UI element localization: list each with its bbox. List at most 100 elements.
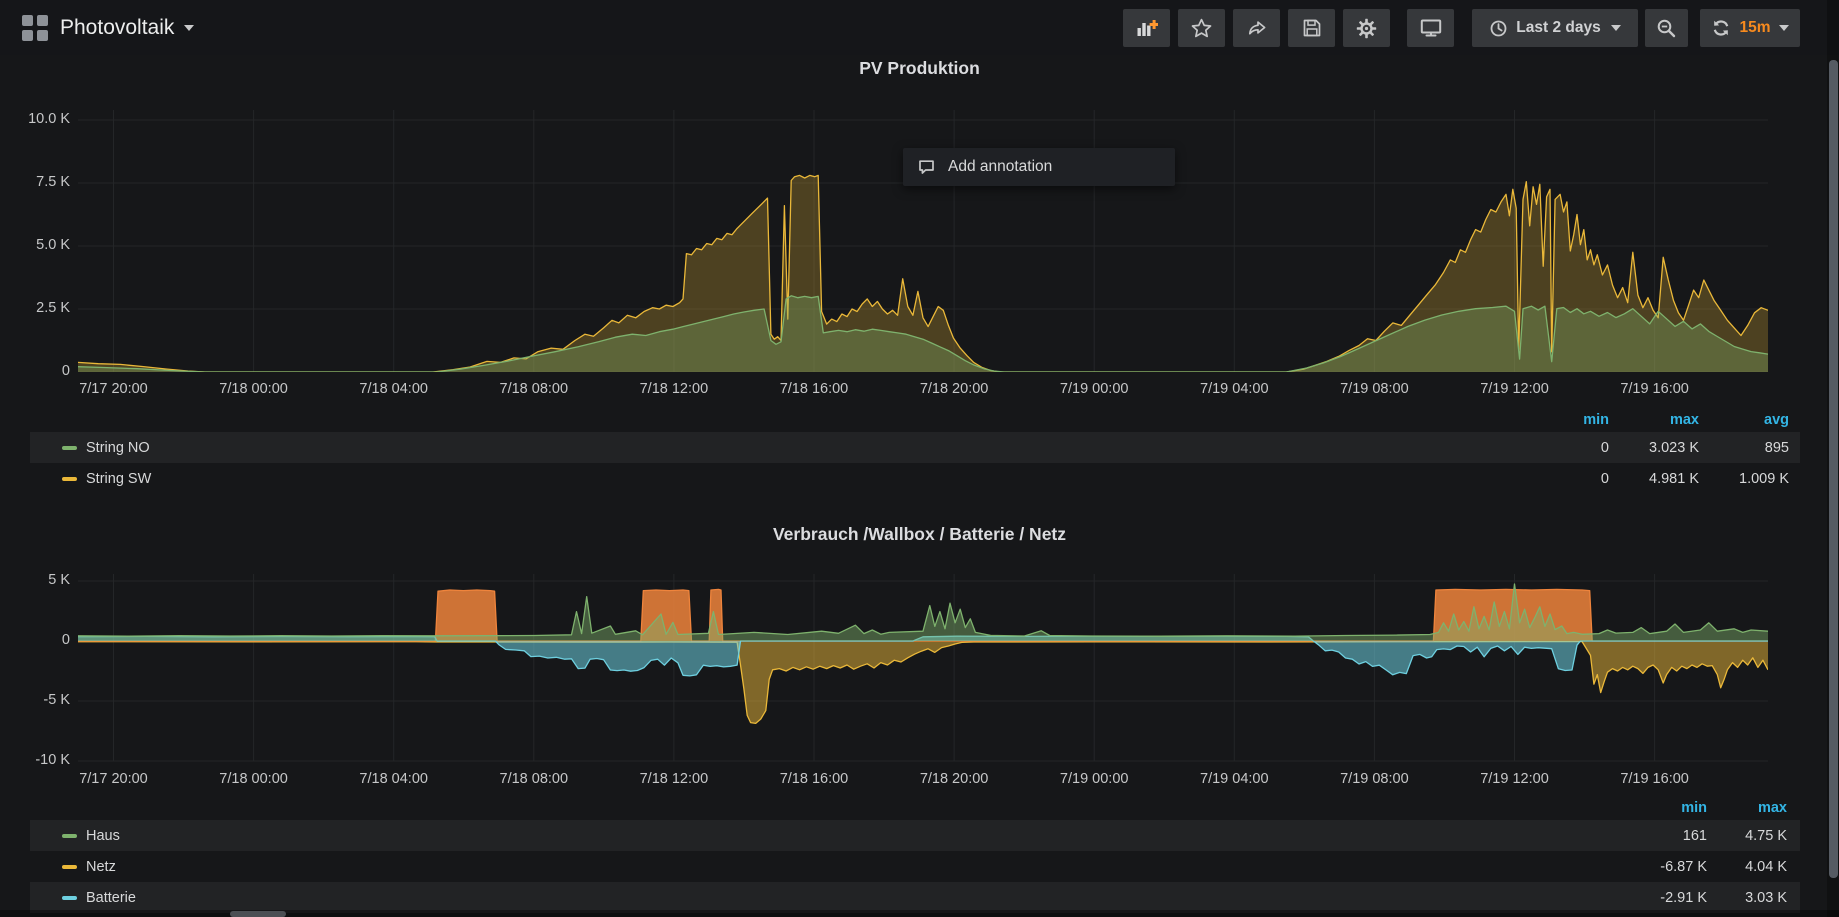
horizontal-scrollbar-thumb[interactable]: [230, 911, 286, 917]
zoom-out-icon: [1656, 18, 1677, 39]
save-icon: [1302, 18, 1322, 38]
legend-row-batterie: Batterie -2.91 K3.03 K: [30, 882, 1800, 913]
star-button[interactable]: [1178, 9, 1225, 47]
time-range-label: Last 2 days: [1516, 19, 1600, 37]
legend-row-netz: Netz -6.87 K4.04 K: [30, 851, 1800, 882]
series-area-haus: [78, 584, 1768, 641]
add-annotation-label: Add annotation: [948, 158, 1052, 176]
y-tick-label: 5.0 K: [4, 237, 70, 253]
x-tick-label: 7/19 12:00: [1450, 771, 1580, 787]
verbrauch-chart[interactable]: [78, 570, 1768, 770]
x-tick-label: 7/19 00:00: [1029, 771, 1159, 787]
add-annotation-menu-item[interactable]: Add annotation: [903, 148, 1175, 186]
x-tick-label: 7/19 08:00: [1309, 771, 1439, 787]
x-tick-label: 7/17 20:00: [48, 771, 178, 787]
y-tick-label: 0: [4, 363, 70, 379]
legend-sort-max[interactable]: max: [1609, 412, 1699, 428]
vertical-scrollbar-thumb[interactable]: [1829, 60, 1838, 878]
panel-title-pv-produktion[interactable]: PV Produktion: [0, 58, 1839, 79]
series-label[interactable]: String SW: [86, 471, 151, 487]
top-navbar: Photovoltaik: [0, 0, 1839, 55]
y-tick-label: -5 K: [4, 692, 70, 708]
x-tick-label: 7/18 00:00: [189, 381, 319, 397]
refresh-interval-label: 15m: [1739, 19, 1770, 37]
x-tick-label: 7/19 12:00: [1450, 381, 1580, 397]
panel-title-verbrauch[interactable]: Verbrauch /Wallbox / Batterie / Netz: [0, 524, 1839, 545]
legend-value-max: 4.04 K: [1707, 859, 1787, 875]
time-range-picker[interactable]: Last 2 days: [1472, 9, 1638, 47]
legend-value-max: 4.981 K: [1609, 471, 1699, 487]
settings-button[interactable]: [1343, 9, 1390, 47]
x-tick-label: 7/19 16:00: [1590, 771, 1720, 787]
y-tick-label: 5 K: [4, 572, 70, 588]
series-color-swatch[interactable]: [62, 865, 77, 869]
x-tick-label: 7/18 08:00: [469, 771, 599, 787]
x-tick-label: 7/18 04:00: [329, 381, 459, 397]
legend-value-max: 3.03 K: [1707, 890, 1787, 906]
x-tick-label: 7/17 20:00: [48, 381, 178, 397]
legend-row-string-sw: String SW 04.981 K1.009 K: [30, 463, 1800, 494]
legend-header-row: minmaxavg: [30, 408, 1800, 432]
series-label[interactable]: String NO: [86, 440, 150, 456]
x-tick-label: 7/19 08:00: [1309, 381, 1439, 397]
share-icon: [1246, 19, 1267, 38]
pv-produktion-chart[interactable]: [78, 106, 1768, 372]
y-tick-label: 10.0 K: [4, 111, 70, 127]
series-label[interactable]: Netz: [86, 859, 116, 875]
zoom-out-button[interactable]: [1645, 9, 1688, 47]
x-tick-label: 7/19 04:00: [1169, 381, 1299, 397]
pv-chart-legend: minmaxavgString NO03.023 K895String SW04…: [30, 408, 1800, 494]
cycle-view-button[interactable]: [1407, 9, 1454, 47]
x-tick-label: 7/18 04:00: [329, 771, 459, 787]
chevron-down-icon: [1611, 25, 1621, 31]
save-button[interactable]: [1288, 9, 1335, 47]
legend-value-min: 0: [1519, 471, 1609, 487]
x-tick-label: 7/18 00:00: [189, 771, 319, 787]
comment-bubble-icon: [917, 158, 936, 177]
legend-sort-max[interactable]: max: [1707, 800, 1787, 816]
series-color-swatch[interactable]: [62, 896, 77, 900]
series-color-swatch[interactable]: [62, 446, 77, 450]
legend-value-avg: 895: [1699, 440, 1789, 456]
dashboard-grid-icon[interactable]: [22, 15, 48, 41]
legend-row-string-no: String NO03.023 K895: [30, 432, 1800, 463]
x-tick-label: 7/18 16:00: [749, 771, 879, 787]
series-color-swatch[interactable]: [62, 477, 77, 481]
x-tick-label: 7/18 12:00: [609, 381, 739, 397]
monitor-icon: [1420, 18, 1442, 38]
y-tick-label: -10 K: [4, 752, 70, 768]
add-panel-button[interactable]: [1123, 9, 1170, 47]
legend-row-haus: Haus1614.75 K: [30, 820, 1800, 851]
add-panel-icon: [1136, 19, 1158, 38]
legend-sort-avg[interactable]: avg: [1699, 412, 1789, 428]
legend-value-avg: 1.009 K: [1699, 471, 1789, 487]
horizontal-scrollbar-track[interactable]: [0, 910, 1839, 917]
dashboard-title-dropdown[interactable]: Photovoltaik: [60, 0, 194, 55]
x-tick-label: 7/18 08:00: [469, 381, 599, 397]
clock-icon: [1489, 19, 1508, 38]
vertical-scrollbar-track[interactable]: [1827, 0, 1839, 917]
y-tick-label: 7.5 K: [4, 174, 70, 190]
legend-value-min: -6.87 K: [1627, 859, 1707, 875]
share-button[interactable]: [1233, 9, 1280, 47]
series-label[interactable]: Batterie: [86, 890, 136, 906]
series-label[interactable]: Haus: [86, 828, 120, 844]
x-tick-label: 7/18 12:00: [609, 771, 739, 787]
legend-value-min: 0: [1519, 440, 1609, 456]
x-tick-label: 7/19 16:00: [1590, 381, 1720, 397]
x-tick-label: 7/19 04:00: [1169, 771, 1299, 787]
refresh-icon: [1711, 18, 1731, 38]
legend-sort-min[interactable]: min: [1519, 412, 1609, 428]
legend-value-min: -2.91 K: [1627, 890, 1707, 906]
y-tick-label: 0: [4, 632, 70, 648]
grafana-dashboard: Photovoltaik: [0, 0, 1839, 917]
dashboard-title: Photovoltaik: [60, 16, 174, 39]
verbrauch-chart-legend: minmaxHaus1614.75 KNetz-6.87 K4.04 KBatt…: [30, 796, 1800, 913]
series-color-swatch[interactable]: [62, 834, 77, 838]
refresh-picker[interactable]: 15m: [1700, 9, 1800, 47]
x-tick-label: 7/18 20:00: [889, 771, 1019, 787]
chevron-down-icon: [1779, 25, 1789, 31]
legend-value-min: 161: [1627, 828, 1707, 844]
legend-sort-min[interactable]: min: [1627, 800, 1707, 816]
y-tick-label: 2.5 K: [4, 300, 70, 316]
